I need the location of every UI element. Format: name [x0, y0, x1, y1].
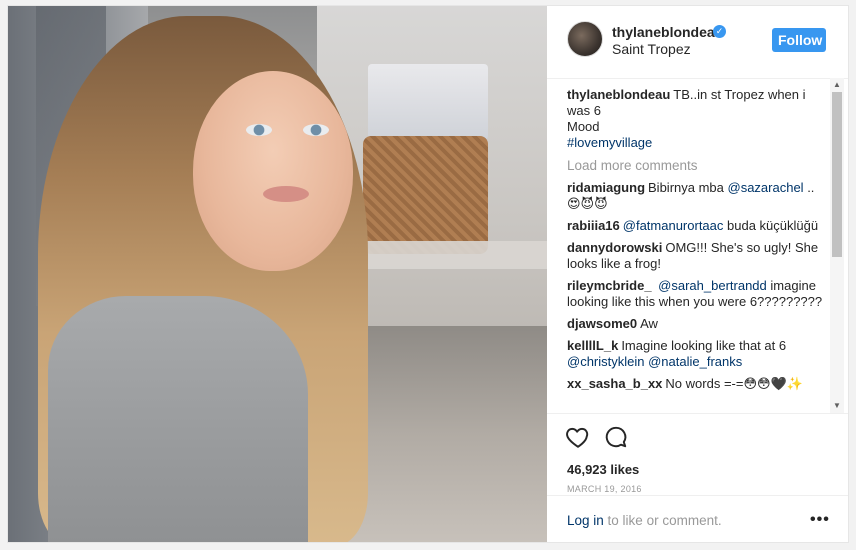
more-options-icon[interactable]: •••	[810, 511, 830, 529]
post-header: thylaneblondeau ✓ Saint Tropez Follow	[547, 6, 848, 79]
header-username[interactable]: thylaneblondeau	[612, 24, 723, 40]
comment-username[interactable]: dannydorowski	[567, 240, 662, 255]
photo-lips	[263, 186, 309, 202]
comment-username[interactable]: kellllL_k	[567, 338, 618, 353]
comment-username[interactable]: ridamiagung	[567, 180, 645, 195]
comments-scrollbar[interactable]: ▲ ▼	[830, 78, 844, 413]
photo-eye-right	[303, 124, 329, 136]
comment-item: dannydorowski OMG!!! She's so ugly! She l…	[567, 240, 827, 272]
photo-basket	[363, 136, 488, 254]
comment-item: ridamiagung Bibirnya mba @sazarachel .. 😍…	[567, 180, 827, 212]
login-link[interactable]: Log in	[567, 513, 604, 528]
scroll-up-arrow-icon[interactable]: ▲	[830, 78, 844, 92]
comment-mention[interactable]: @sazarachel	[728, 180, 804, 195]
comment-bubble-icon[interactable]	[603, 424, 629, 450]
caption-text-line2: was 6	[567, 103, 601, 118]
header-location[interactable]: Saint Tropez	[612, 41, 691, 57]
comment-username[interactable]: rileymcbride_	[567, 278, 652, 293]
comment-item: rileymcbride_ @sarah_bertrandd imagine l…	[567, 278, 827, 310]
caption-text-line1: TB..in st Tropez when i	[673, 87, 806, 102]
comments-section[interactable]: thylaneblondeau TB..in st Tropez when i w…	[547, 78, 848, 413]
comment-mention[interactable]: @christyklein @natalie_franks	[567, 354, 742, 369]
comment-text: Aw	[640, 316, 658, 331]
photo-linen-stack	[368, 64, 488, 140]
scrollbar-thumb[interactable]	[832, 92, 842, 257]
caption-username[interactable]: thylaneblondeau	[567, 87, 670, 102]
post-photo[interactable]	[8, 6, 547, 542]
comments-list: thylaneblondeau TB..in st Tropez when i w…	[567, 87, 827, 398]
login-prompt-text: to like or comment.	[603, 513, 722, 528]
load-more-comments-link[interactable]: Load more comments	[567, 158, 827, 174]
comment-item: djawsome0 Aw	[567, 316, 827, 332]
caption-text-line3: Mood	[567, 119, 600, 134]
scroll-down-arrow-icon[interactable]: ▼	[830, 399, 844, 413]
comment-username[interactable]: xx_sasha_b_xx	[567, 376, 662, 391]
post-footer: Log in to like or comment. •••	[547, 495, 848, 543]
photo-eye-left	[246, 124, 272, 136]
comment-username[interactable]: djawsome0	[567, 316, 637, 331]
login-prompt: Log in to like or comment.	[567, 513, 722, 528]
avatar[interactable]	[567, 21, 603, 57]
verified-badge-icon: ✓	[713, 25, 726, 38]
post-actions: 46,923 likes MARCH 19, 2016	[547, 413, 848, 496]
heart-icon[interactable]	[565, 424, 591, 450]
comment-mention[interactable]: @sarah_bertrandd	[658, 278, 767, 293]
follow-button[interactable]: Follow	[772, 28, 826, 52]
comment-text-tail: buda küçüklüğü	[723, 218, 819, 233]
comment-item: xx_sasha_b_xx No words =-=😳😳🖤✨	[567, 376, 827, 392]
likes-count[interactable]: 46,923 likes	[567, 462, 639, 477]
comment-text: No words =-=😳😳🖤✨	[665, 376, 803, 391]
comment-item: rabiiia16 @fatmanurortaac buda küçüklüğü	[567, 218, 827, 234]
post-date: MARCH 19, 2016	[567, 484, 642, 494]
photo-shirt	[48, 296, 308, 542]
photo-face	[193, 71, 353, 271]
comment-text: Bibirnya mba	[648, 180, 728, 195]
comment-username[interactable]: rabiiia16	[567, 218, 620, 233]
comment-item: kellllL_k Imagine looking like that at 6 …	[567, 338, 827, 370]
comment-text: Imagine looking like that at 6	[621, 338, 787, 353]
comment-mention[interactable]: @fatmanurortaac	[623, 218, 724, 233]
caption-hashtag[interactable]: #lovemyvillage	[567, 135, 652, 150]
instagram-post: thylaneblondeau ✓ Saint Tropez Follow th…	[7, 5, 849, 543]
post-sidebar: thylaneblondeau ✓ Saint Tropez Follow th…	[547, 6, 848, 542]
caption: thylaneblondeau TB..in st Tropez when i w…	[567, 87, 827, 151]
